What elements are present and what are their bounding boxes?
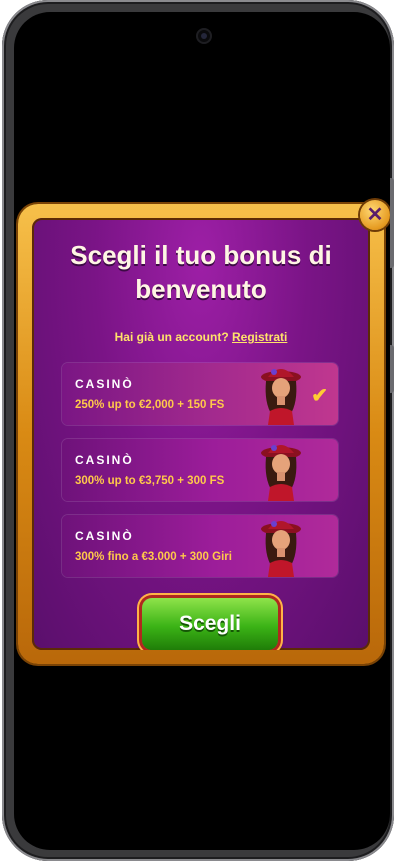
choose-bonus-button[interactable]: Scegli — [142, 598, 278, 650]
bonus-option-2[interactable]: CASINÒ 300% up to €3,750 + 300 FS — [62, 439, 338, 501]
bonus-description: 300% fino a €3.000 + 300 Giri — [75, 551, 232, 563]
choose-button-label: Scegli — [179, 612, 241, 635]
close-button[interactable]: ✕ — [360, 200, 390, 230]
casino-lady-image — [261, 445, 301, 501]
bonus-category: CASINÒ — [75, 377, 134, 391]
login-prompt-line: Hai già un account? Registrati — [32, 330, 370, 344]
bonus-description: 250% up to €2,000 + 150 FS — [75, 399, 225, 411]
bonus-description: 300% up to €3,750 + 300 FS — [75, 475, 225, 487]
title-line-1: Scegli il tuo bonus di — [70, 240, 332, 270]
modal-panel: Scegli il tuo bonus di benvenuto Hai già… — [32, 218, 370, 650]
bonus-category: CASINÒ — [75, 453, 134, 467]
phone-frame: ✕ Scegli il tuo bonus di benvenuto Hai g… — [2, 0, 394, 861]
modal-title: Scegli il tuo bonus di benvenuto — [32, 238, 370, 306]
close-icon: ✕ — [366, 204, 384, 226]
login-prompt: Hai già un account? — [114, 330, 229, 344]
title-line-2: benvenuto — [135, 274, 267, 304]
welcome-bonus-modal: ✕ Scegli il tuo bonus di benvenuto Hai g… — [18, 200, 390, 664]
register-link[interactable]: Registrati — [232, 330, 287, 344]
casino-lady-image — [261, 369, 301, 425]
phone-screen: ✕ Scegli il tuo bonus di benvenuto Hai g… — [14, 12, 390, 850]
bonus-option-3[interactable]: CASINÒ 300% fino a €3.000 + 300 Giri — [62, 515, 338, 577]
casino-lady-image — [261, 521, 301, 577]
selected-check-icon: ✔ — [311, 385, 328, 407]
bonus-option-1[interactable]: CASINÒ 250% up to €2,000 + 150 FS ✔ — [62, 363, 338, 425]
bonus-category: CASINÒ — [75, 529, 134, 543]
front-camera — [196, 28, 212, 44]
